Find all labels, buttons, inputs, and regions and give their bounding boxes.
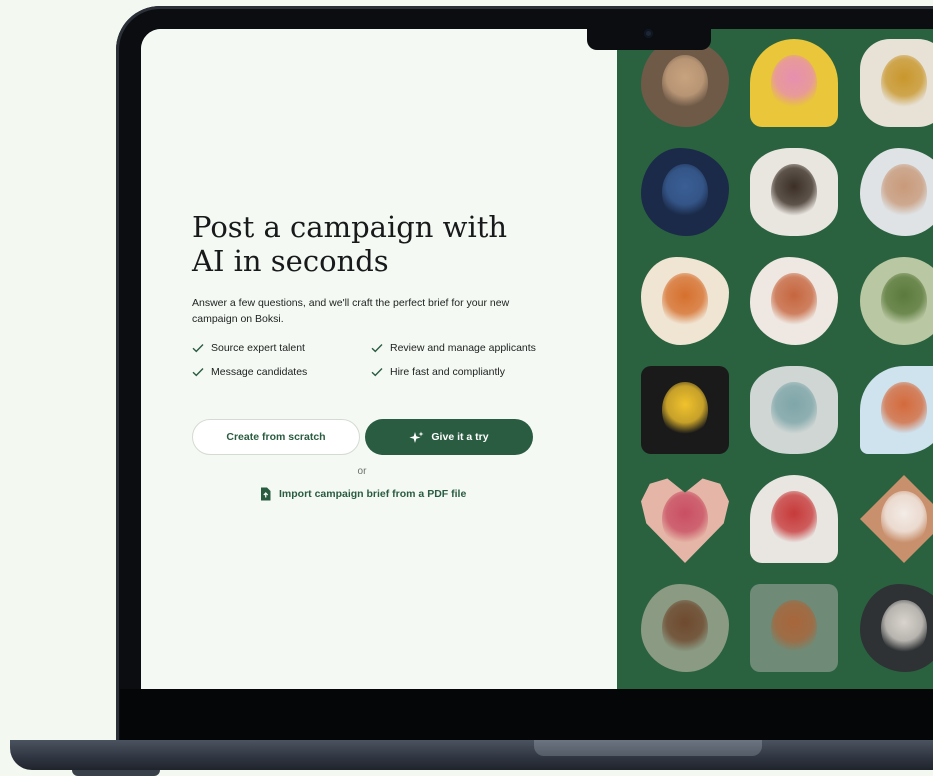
intro-text: Answer a few questions, and we'll craft …: [192, 297, 510, 325]
camera-icon: [644, 29, 653, 38]
gallery-photo: [860, 475, 933, 563]
photo-subject: [662, 163, 708, 221]
photo-subject: [771, 599, 817, 657]
photo-subject: [881, 163, 927, 221]
feature-label: Message candidates: [211, 366, 308, 378]
photo-subject: [771, 163, 817, 221]
gallery-tile: [860, 148, 933, 236]
gallery-tile: [750, 584, 838, 672]
photo-subject: [662, 272, 708, 330]
gallery-tile: [750, 366, 838, 454]
photo-subject: [771, 54, 817, 112]
photo-subject: [771, 272, 817, 330]
check-icon: [371, 368, 383, 377]
feature-label: Hire fast and compliantly: [390, 366, 505, 378]
sparkle-icon: [409, 431, 424, 443]
gallery-photo: [750, 148, 838, 236]
feature-item: Hire fast and compliantly: [371, 366, 505, 378]
photo-subject: [771, 490, 817, 548]
photo-subject: [881, 599, 927, 657]
photo-subject: [881, 54, 927, 112]
gallery-tile: [641, 39, 729, 127]
check-icon: [192, 368, 204, 377]
document-upload-icon: [261, 487, 271, 501]
check-icon: [192, 344, 204, 353]
gallery-tile: [750, 475, 838, 563]
camera-notch: [587, 24, 711, 50]
gallery-photo: [750, 584, 838, 672]
laptop-bezel-bottom: [120, 689, 933, 741]
gallery-tile: [641, 366, 729, 454]
photo-subject: [662, 54, 708, 112]
campaign-intro-panel: Post a campaign with AI in seconds Answe…: [141, 29, 617, 689]
create-from-scratch-button[interactable]: Create from scratch: [192, 419, 360, 455]
photo-subject: [662, 490, 708, 548]
gallery-tile: [750, 39, 838, 127]
gallery-photo: [860, 584, 933, 672]
import-pdf-link[interactable]: Import campaign brief from a PDF file: [260, 487, 466, 501]
photo-subject: [881, 490, 927, 548]
gallery-photo: [750, 39, 838, 127]
feature-label: Source expert talent: [211, 342, 305, 354]
gallery-photo: [641, 148, 729, 236]
gallery-photo: [860, 257, 933, 345]
gallery-photo: [860, 39, 933, 127]
gallery-tile: [641, 257, 729, 345]
feature-item: Source expert talent: [192, 342, 305, 354]
gallery-photo: [641, 366, 729, 454]
give-it-a-try-button[interactable]: Give it a try: [365, 419, 533, 455]
gallery-tile: [860, 39, 933, 127]
laptop-base: [10, 740, 933, 770]
gallery-tile: [641, 148, 729, 236]
gallery-tile: [860, 475, 933, 563]
gallery-photo: [641, 257, 729, 345]
or-divider-text: or: [357, 466, 367, 477]
gallery-photo: [750, 475, 838, 563]
gallery-tile: [750, 257, 838, 345]
feature-item: Message candidates: [192, 366, 307, 378]
feature-label: Review and manage applicants: [390, 342, 536, 354]
gallery-photo: [860, 148, 933, 236]
gallery-photo: [750, 257, 838, 345]
laptop-opening-notch: [534, 740, 762, 756]
import-pdf-label: Import campaign brief from a PDF file: [279, 488, 467, 500]
create-from-scratch-label: Create from scratch: [226, 431, 326, 443]
gallery-tile: [750, 148, 838, 236]
check-icon: [371, 344, 383, 353]
photo-subject: [881, 272, 927, 330]
gallery-photo: [750, 366, 838, 454]
gallery-photo: [860, 366, 933, 454]
laptop-screen: Post a campaign with AI in seconds Answe…: [141, 29, 933, 689]
feature-item: Review and manage applicants: [371, 342, 536, 354]
gallery-tile: [860, 257, 933, 345]
laptop-foot: [72, 770, 160, 776]
creator-gallery: [617, 29, 933, 689]
gallery-photo: [641, 478, 729, 563]
gallery-tile: [860, 584, 933, 672]
give-it-a-try-label: Give it a try: [431, 431, 489, 443]
photo-subject: [771, 381, 817, 439]
photo-subject: [881, 381, 927, 439]
gallery-tile: [860, 366, 933, 454]
gallery-tile: [641, 584, 729, 672]
photo-subject: [662, 599, 708, 657]
gallery-tile: [641, 478, 729, 563]
photo-subject: [662, 381, 708, 439]
page-title: Post a campaign with AI in seconds: [192, 210, 508, 278]
gallery-photo: [641, 39, 729, 127]
gallery-photo: [641, 584, 729, 672]
